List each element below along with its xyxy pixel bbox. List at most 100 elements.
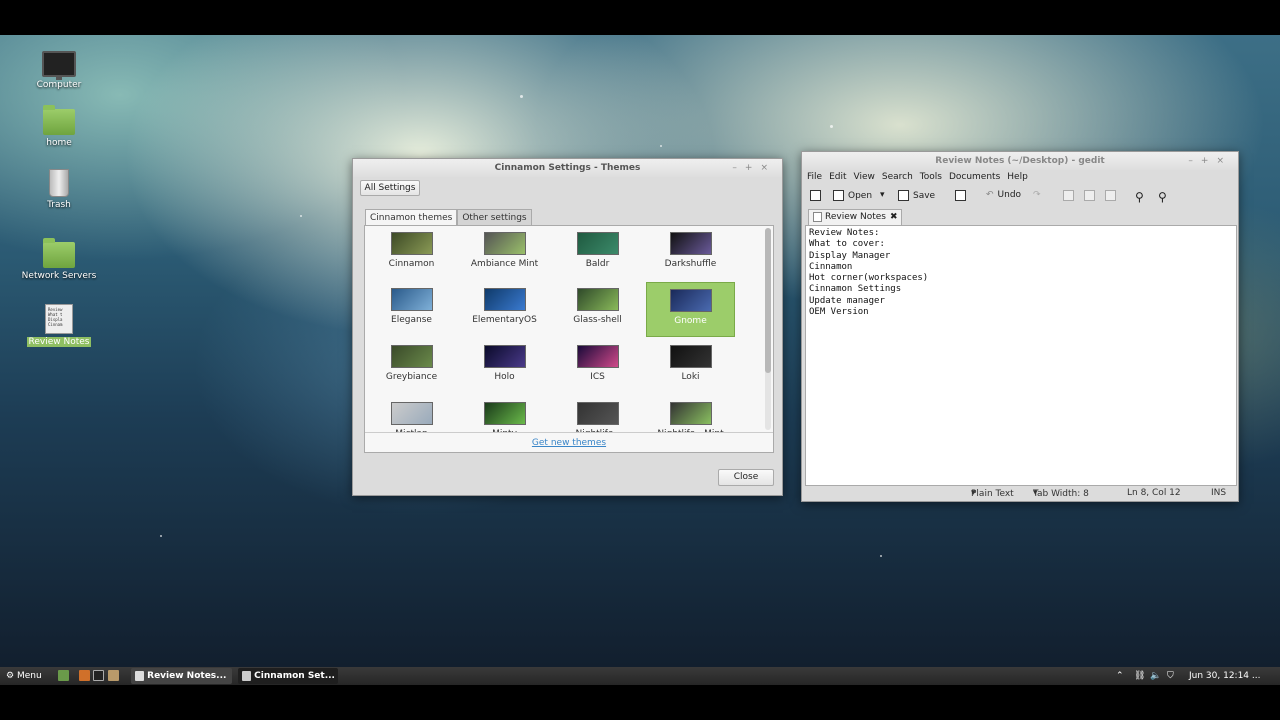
new-document-button[interactable] <box>810 190 825 201</box>
minimize-icon[interactable]: – <box>1188 156 1201 166</box>
theme-thumbnail <box>483 232 526 255</box>
taskbar-panel: ⚙ Menu Review Notes... Cinnamon Set... ⌃… <box>0 667 1280 685</box>
cut-button[interactable] <box>1063 190 1078 201</box>
copy-button[interactable] <box>1084 190 1099 201</box>
menu-documents[interactable]: Documents <box>949 172 1000 182</box>
minimize-icon[interactable]: – <box>732 163 745 173</box>
network-icon[interactable]: ⛓ <box>1134 667 1145 685</box>
window-titlebar[interactable]: Review Notes (~/Desktop) - gedit –+× <box>802 152 1238 170</box>
theme-item[interactable]: Baldr <box>553 226 642 281</box>
update-shield-icon[interactable]: ⛉ <box>1167 667 1174 685</box>
window-titlebar[interactable]: Cinnamon Settings - Themes –+× <box>353 159 782 177</box>
clock[interactable]: Jun 30, 12:14 ... <box>1189 667 1260 685</box>
menu-edit[interactable]: Edit <box>829 172 846 182</box>
theme-item[interactable]: Darkshuffle <box>646 226 735 281</box>
print-button[interactable] <box>955 190 970 201</box>
desktop-icon-network-servers[interactable]: Network Servers <box>19 238 99 281</box>
tab-cinnamon-themes[interactable]: Cinnamon themes <box>365 209 458 226</box>
theme-name: Gnome <box>674 316 707 326</box>
show-desktop-launcher[interactable] <box>58 667 69 685</box>
scissors-icon <box>1063 190 1074 201</box>
volume-icon[interactable]: 🔈 <box>1150 667 1161 685</box>
text-document-icon <box>813 211 822 222</box>
theme-item[interactable]: Glass-shell <box>553 282 642 337</box>
trash-icon <box>49 169 69 197</box>
theme-item[interactable]: Mictlan <box>367 396 456 432</box>
star <box>300 215 302 217</box>
theme-name: Holo <box>494 372 515 382</box>
desktop-icon-label: Review Notes <box>26 337 92 347</box>
home-folder-icon <box>43 105 75 135</box>
new-document-icon <box>810 190 821 201</box>
firefox-icon <box>79 670 90 681</box>
desktop-icon-computer[interactable]: Computer <box>19 51 99 90</box>
menu-file[interactable]: File <box>807 172 822 182</box>
menu-button[interactable]: ⚙ Menu <box>6 667 42 685</box>
theme-item[interactable]: Cinnamon <box>367 226 456 281</box>
redo-button[interactable]: ↷ <box>1033 190 1041 200</box>
save-button[interactable]: Save <box>898 190 935 201</box>
undo-button[interactable]: ↶ Undo <box>986 190 1021 200</box>
theme-item[interactable]: Loki <box>646 339 735 394</box>
maximize-icon[interactable]: + <box>745 163 761 173</box>
tab-other-settings[interactable]: Other settings <box>457 209 532 226</box>
star <box>160 535 162 537</box>
theme-item[interactable]: ElementaryOS <box>460 282 549 337</box>
close-tab-icon[interactable]: ✖ <box>890 212 898 222</box>
tab-width-selector[interactable]: Tab Width: 8 ▾ <box>1033 488 1089 499</box>
all-settings-button[interactable]: All Settings <box>360 180 420 196</box>
scrollbar-thumb[interactable] <box>765 228 771 373</box>
gear-icon: ⚙ <box>6 671 15 681</box>
close-icon[interactable]: × <box>1216 156 1232 166</box>
menu-view[interactable]: View <box>854 172 875 182</box>
menu-search[interactable]: Search <box>882 172 913 182</box>
theme-item[interactable]: Greybiance <box>367 339 456 394</box>
language-selector[interactable]: Plain Text ▾ <box>971 488 1014 499</box>
paste-button[interactable] <box>1105 190 1120 201</box>
menu-tools[interactable]: Tools <box>920 172 942 182</box>
cursor-position: Ln 8, Col 12 <box>1127 488 1181 498</box>
settings-icon <box>242 670 251 681</box>
get-new-themes-link[interactable]: Get new themes <box>365 432 773 452</box>
theme-thumbnail <box>669 232 712 255</box>
theme-item[interactable]: Minty <box>460 396 549 432</box>
desktop-icon-review-notes[interactable]: Review What t Displa Cinnam Review Notes <box>19 304 99 347</box>
text-editor[interactable]: Review Notes: What to cover: Display Man… <box>805 225 1237 486</box>
find-button[interactable]: ⚲ <box>1135 190 1144 204</box>
theme-item[interactable]: Nightlife - Mint <box>646 396 735 432</box>
close-button[interactable]: Close <box>718 469 774 486</box>
theme-name: Ambiance Mint <box>470 259 539 269</box>
theme-scrollbar[interactable] <box>765 228 771 430</box>
files-launcher[interactable] <box>108 667 119 685</box>
desktop-icon <box>58 670 69 681</box>
theme-item[interactable]: ICS <box>553 339 642 394</box>
theme-item[interactable]: Ambiance Mint <box>460 226 549 281</box>
window-title: Cinnamon Settings - Themes <box>494 163 641 173</box>
theme-list: Cinnamon Ambiance Mint Baldr Darkshuffle Ele… <box>364 225 774 453</box>
task-label: Cinnamon Set... <box>254 671 335 681</box>
find-replace-button[interactable]: ⚲ <box>1158 190 1167 204</box>
terminal-launcher[interactable] <box>93 667 104 685</box>
menu-help[interactable]: Help <box>1007 172 1028 182</box>
document-tab[interactable]: Review Notes ✖ <box>808 209 902 225</box>
theme-name: ICS <box>590 372 605 382</box>
close-icon[interactable]: × <box>760 163 776 173</box>
firefox-launcher[interactable] <box>79 667 90 685</box>
task-review-notes[interactable]: Review Notes... <box>131 668 232 684</box>
theme-thumbnail <box>390 288 433 311</box>
network-folder-icon <box>43 238 75 268</box>
tray-expand-icon[interactable]: ⌃ <box>1116 667 1124 685</box>
theme-item[interactable]: Holo <box>460 339 549 394</box>
desktop-icon-trash[interactable]: Trash <box>19 169 99 210</box>
theme-item[interactable]: Gnome <box>646 282 735 337</box>
maximize-icon[interactable]: + <box>1201 156 1217 166</box>
desktop-icon-home[interactable]: home <box>19 105 99 148</box>
open-button[interactable]: Open <box>833 190 872 201</box>
monitor-icon <box>42 51 76 80</box>
desktop-icon-label: Computer <box>36 80 82 90</box>
theme-item[interactable]: Nightlife - <box>553 396 642 432</box>
open-dropdown-button[interactable]: ▾ <box>880 190 885 200</box>
theme-item[interactable]: Eleganse <box>367 282 456 337</box>
task-cinnamon-settings[interactable]: Cinnamon Set... <box>238 668 338 684</box>
language-label: Plain Text <box>971 489 1014 499</box>
